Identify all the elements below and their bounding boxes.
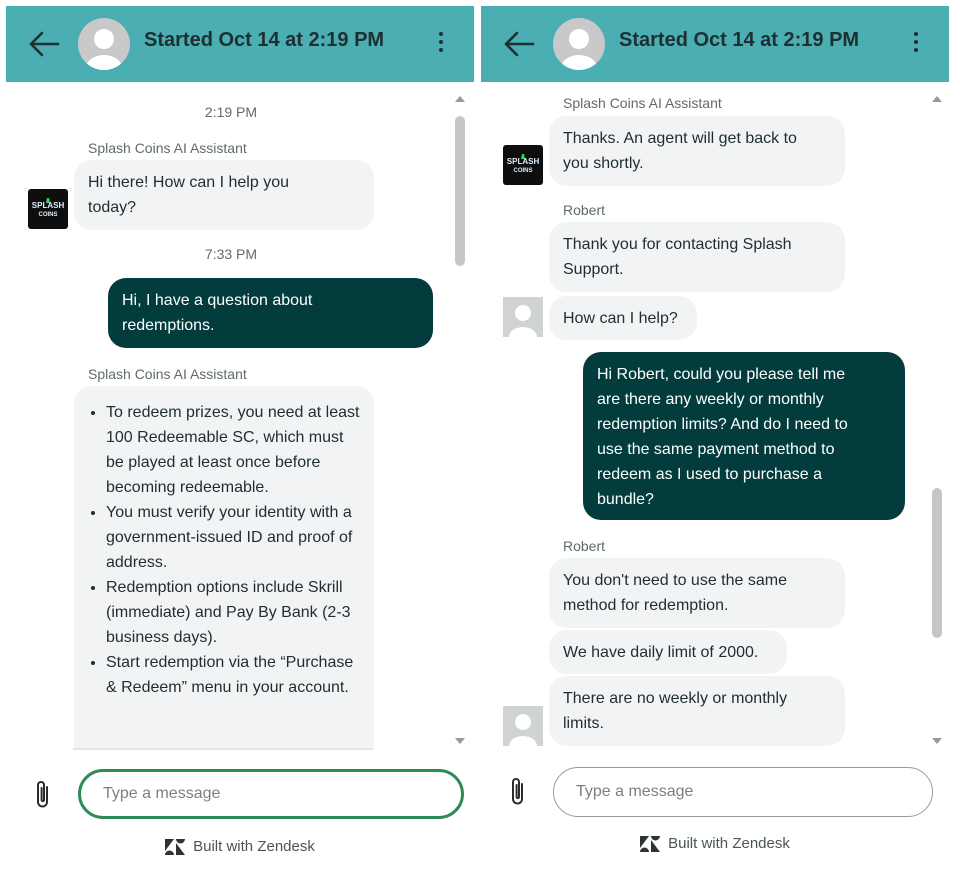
chat-panel-right: Started Oct 14 at 2:19 PM Splash Coins A… <box>481 6 949 868</box>
agent-avatar <box>553 18 605 70</box>
scrollbar[interactable] <box>931 96 943 744</box>
timestamp: 2:19 PM <box>204 104 258 120</box>
bot-message: Thanks. An agent will get back to you sho… <box>549 116 845 186</box>
chat-header: Started Oct 14 at 2:19 PM <box>6 6 474 82</box>
svg-text:COINS: COINS <box>513 168 532 174</box>
paperclip-icon[interactable] <box>34 779 52 811</box>
sender-name: Splash Coins AI Assistant <box>88 366 247 382</box>
agent-avatar <box>503 297 543 337</box>
zendesk-branding[interactable]: Built with Zendesk <box>481 835 949 852</box>
person-icon <box>509 305 537 337</box>
chat-panel-left: Started Oct 14 at 2:19 PM 2:19 PM Splash… <box>6 6 474 868</box>
scroll-down-icon[interactable] <box>455 738 465 744</box>
conversation-title: Started Oct 14 at 2:19 PM <box>144 29 385 51</box>
zendesk-icon <box>165 839 186 855</box>
agent-avatar <box>78 18 130 70</box>
user-message: Hi Robert, could you please tell me are … <box>583 352 905 520</box>
timestamp: 7:33 PM <box>204 246 258 262</box>
sender-name: Splash Coins AI Assistant <box>563 95 722 111</box>
branding-text: Built with Zendesk <box>193 838 315 855</box>
list-item: You must verify your identity with a gov… <box>106 500 360 575</box>
user-message: Hi, I have a question about redemptions. <box>108 278 433 348</box>
bot-message: To redeem prizes, you need at least 100 … <box>74 386 374 766</box>
back-arrow-icon[interactable] <box>503 30 535 58</box>
scrollbar-thumb[interactable] <box>932 488 942 638</box>
scrollbar[interactable] <box>454 96 466 744</box>
message-input[interactable] <box>553 767 933 817</box>
list-item: Start redemption via the “Purchase & Red… <box>106 650 360 700</box>
person-icon <box>509 714 537 746</box>
conversation-title: Started Oct 14 at 2:19 PM <box>619 29 860 51</box>
divider <box>73 748 373 750</box>
list-item: Redemption options include Skrill (immed… <box>106 575 360 650</box>
splash-coins-logo: SPLASH COINS <box>503 145 543 185</box>
splash-coins-logo: SPLASH COINS <box>28 189 68 229</box>
paperclip-icon[interactable] <box>509 776 527 808</box>
agent-message: You don't need to use the same method for… <box>549 558 845 628</box>
more-options-icon[interactable] <box>438 32 444 54</box>
svg-text:COINS: COINS <box>38 212 57 218</box>
scroll-down-icon[interactable] <box>932 738 942 744</box>
sender-name: Robert <box>563 538 606 554</box>
zendesk-icon <box>640 836 661 852</box>
sender-name: Robert <box>563 202 606 218</box>
agent-avatar <box>503 706 543 746</box>
list-item: To redeem prizes, you need at least 100 … <box>106 400 360 500</box>
person-icon <box>86 29 122 70</box>
scrollbar-thumb[interactable] <box>455 116 465 266</box>
scroll-up-icon[interactable] <box>932 96 942 102</box>
bot-message: Hi there! How can I help you today? <box>74 160 374 230</box>
message-input[interactable] <box>78 769 464 819</box>
zendesk-branding[interactable]: Built with Zendesk <box>6 838 474 855</box>
sender-name: Splash Coins AI Assistant <box>88 140 247 156</box>
person-icon <box>561 29 597 70</box>
agent-message: Thank you for contacting Splash Support. <box>549 222 845 292</box>
redemption-info-list: To redeem prizes, you need at least 100 … <box>88 400 360 700</box>
scroll-up-icon[interactable] <box>455 96 465 102</box>
agent-message: We have daily limit of 2000. <box>549 630 787 674</box>
branding-text: Built with Zendesk <box>668 835 790 852</box>
chat-header: Started Oct 14 at 2:19 PM <box>481 6 949 82</box>
back-arrow-icon[interactable] <box>28 30 60 58</box>
agent-message: There are no weekly or monthly limits. <box>549 676 845 746</box>
agent-message: How can I help? <box>549 296 697 340</box>
more-options-icon[interactable] <box>913 32 919 54</box>
